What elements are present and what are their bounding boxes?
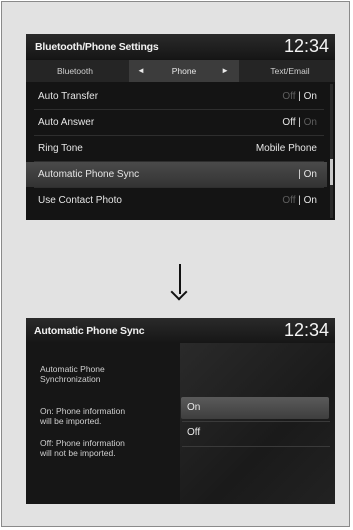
tab-phone[interactable]: ◄ Phone ► — [129, 60, 239, 82]
bluetooth-phone-settings-screen: Bluetooth/Phone Settings 12:34 Bluetooth… — [26, 34, 335, 220]
info-off-description: Off: Phone information will not be impor… — [40, 438, 125, 458]
setting-value: Mobile Phone — [255, 143, 317, 154]
option-on[interactable]: On — [181, 397, 329, 419]
setting-row-ring-tone[interactable]: Ring Tone Mobile Phone — [26, 136, 327, 161]
tab-next-arrow-icon[interactable]: ► — [221, 60, 229, 82]
clock: 12:34 — [283, 36, 329, 56]
setting-value: Off | On — [282, 91, 317, 102]
info-heading: Automatic Phone Synchronization — [40, 364, 105, 384]
setting-value: Off | On — [282, 117, 317, 128]
screen-header: Bluetooth/Phone Settings 12:34 — [26, 34, 335, 59]
setting-label: Use Contact Photo — [38, 195, 122, 206]
setting-label: Auto Answer — [38, 117, 95, 128]
setting-row-auto-transfer[interactable]: Auto Transfer Off | On — [26, 84, 327, 109]
screen-title: Bluetooth/Phone Settings — [35, 41, 159, 53]
option-off[interactable]: Off — [181, 422, 329, 444]
down-arrow-icon — [168, 264, 192, 301]
setting-row-use-contact-photo[interactable]: Use Contact Photo Off | On — [26, 188, 327, 213]
scrollbar-track[interactable] — [330, 84, 333, 218]
scrollbar-thumb[interactable] — [330, 159, 333, 185]
settings-tabs: Bluetooth ◄ Phone ► Text/Email — [26, 60, 335, 82]
setting-value: | On — [298, 169, 317, 180]
divider — [182, 446, 330, 447]
tab-bluetooth[interactable]: Bluetooth — [32, 60, 118, 82]
setting-label: Automatic Phone Sync — [38, 169, 140, 180]
setting-value: Off | On — [282, 195, 317, 206]
screen-header: Automatic Phone Sync 12:34 — [26, 318, 335, 343]
setting-label: Ring Tone — [38, 143, 83, 154]
tab-prev-arrow-icon[interactable]: ◄ — [137, 60, 145, 82]
automatic-phone-sync-screen: Automatic Phone Sync 12:34 Automatic Pho… — [26, 318, 335, 504]
clock: 12:34 — [283, 320, 329, 340]
tab-phone-label: Phone — [171, 66, 197, 76]
setting-label: Auto Transfer — [38, 91, 99, 102]
screen-title: Automatic Phone Sync — [34, 325, 145, 337]
setting-row-auto-answer[interactable]: Auto Answer Off | On — [26, 110, 327, 135]
info-on-description: On: Phone information will be imported. — [40, 406, 126, 426]
setting-row-automatic-phone-sync[interactable]: Automatic Phone Sync | On — [26, 162, 327, 187]
tab-text-email[interactable]: Text/Email — [248, 60, 332, 82]
